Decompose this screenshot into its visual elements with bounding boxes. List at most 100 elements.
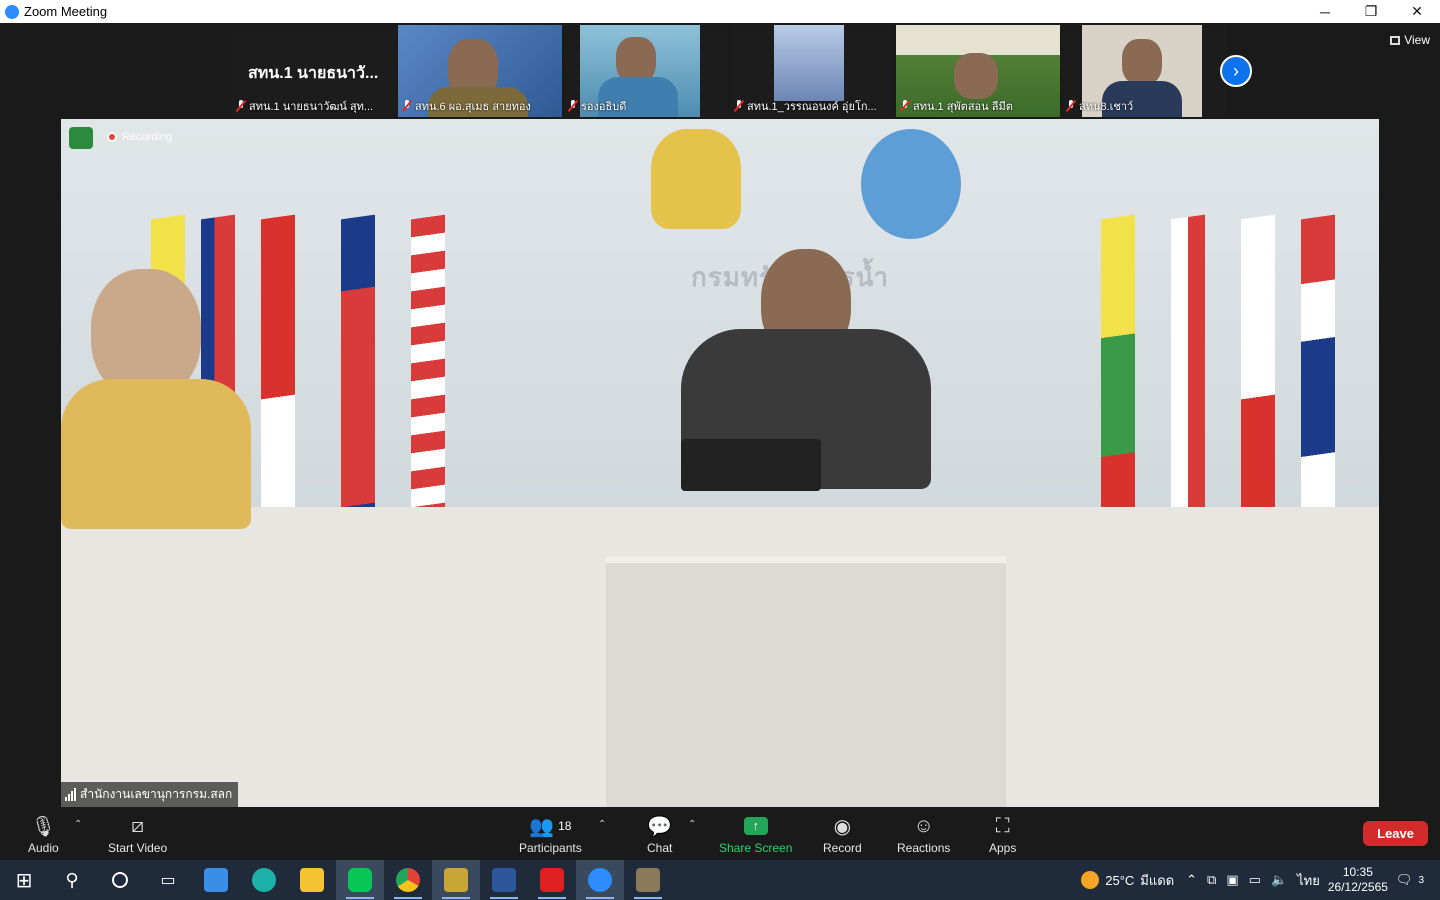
participants-icon: 👥 18 [529,815,572,838]
record-label: Record [823,841,862,855]
participant-tile[interactable]: สทน.6 ผอ.สุเมธ สายทอง [398,25,562,117]
muted-mic-icon [900,100,910,112]
muted-mic-icon [236,100,246,112]
audio-options-caret-icon[interactable]: ⌃ [74,819,82,830]
weather-icon[interactable] [1081,871,1100,889]
store-icon[interactable] [192,860,240,900]
participant-display-name: สทน.1 นายธนาวั... [248,65,379,82]
participant-name: สทน8.เชาว์ [1079,101,1134,113]
word-icon[interactable] [480,860,528,900]
active-speaker-video: กรมทรัพยากรน้ำ Recording สำนักงานเลขานุก… [61,119,1379,807]
participant-tile[interactable]: สทน.1_วรรณอนงค์ อุ่ยโก... [730,25,894,117]
reactions-label: Reactions [897,841,951,855]
participant-tile[interactable]: สทน.1 นายธนาวั... สทน.1 นายธนาวัฒน์ สุท.… [232,25,396,117]
line-icon[interactable] [336,860,384,900]
participants-button[interactable]: 👥 18 Participants [519,813,582,856]
muted-mic-icon [568,100,578,112]
weather-desc[interactable]: มีแดด [1140,870,1174,891]
microphone-icon: 🎙 [30,815,57,838]
apps-button[interactable]: ⛶ Apps [989,813,1017,856]
muted-mic-icon [1066,100,1076,112]
record-icon: ◉ [833,815,852,838]
task-view-icon[interactable]: ▭ [144,860,192,900]
weather-temp[interactable]: 25°C [1105,873,1134,888]
view-button[interactable]: View [1390,33,1430,47]
participant-name: รองอธิบดี [581,101,627,113]
network-icon[interactable]: ⧉ [1207,872,1216,888]
participant-name: สทน.1_วรรณอนงค์ อุ่ยโก... [747,101,877,113]
share-screen-button[interactable]: ↑ Share Screen [719,813,792,855]
meeting-stage: สทน.1 นายธนาวั... สทน.1 นายธนาวัฒน์ สุท.… [0,23,1440,807]
start-video-button[interactable]: ⧄ Start Video [108,813,168,856]
acrobat-icon[interactable] [528,860,576,900]
windows-taskbar: ⊞ ⚲ ▭ 25°C มีแดด ⌃ ⧉ ▣ ▭ 🔈 ไทย 10:35 26/1… [0,860,1440,900]
screen-icon[interactable]: ▣ [1226,872,1238,888]
reactions-button[interactable]: ☺ Reactions [897,813,951,856]
muted-mic-icon [402,100,412,112]
clock-date: 26/12/2565 [1327,880,1388,894]
chat-label: Chat [647,841,673,855]
cortana-icon[interactable] [96,860,144,900]
share-screen-label: Share Screen [719,841,793,855]
notification-icon[interactable]: 🗨 [1396,872,1413,888]
minimize-button[interactable]: ─ [1302,0,1348,23]
show-hidden-icons-icon[interactable]: ⌃ [1186,872,1197,888]
volume-icon[interactable]: 🔈 [1271,872,1287,888]
participant-name: สทน.1 นายธนาวัฒน์ สุท... [249,101,374,113]
file-explorer-icon[interactable] [288,860,336,900]
participants-label: Participants [519,841,582,855]
search-icon[interactable]: ⚲ [48,860,96,900]
recording-label: Recording [122,131,173,143]
next-page-button[interactable]: › [1220,55,1252,87]
media-icon[interactable] [432,860,480,900]
recording-indicator: Recording [107,131,172,143]
audio-label: Audio [28,841,59,855]
reactions-icon: ☺ [913,814,934,837]
gallery-strip: สทน.1 นายธนาวั... สทน.1 นายธนาวัฒน์ สุท.… [232,25,1228,117]
meeting-toolbar: 🎙 Audio ⌃ ⧄ Start Video 👥 18 Participants ⌃… [0,807,1440,860]
zoom-icon[interactable] [576,860,624,900]
apps-icon: ⛶ [995,814,1010,837]
participant-name: สทน.6 ผอ.สุเมธ สายทอง [415,101,531,113]
apps-label: Apps [989,841,1017,855]
share-screen-icon: ↑ [743,813,768,839]
speaker-name-label: สำนักงานเลขานุการกรม.สลก [61,782,239,807]
emblem-left-icon [651,129,741,229]
participant-tile[interactable]: สทน8.เชาว์ [1062,25,1226,117]
language-indicator[interactable]: ไทย [1297,870,1320,891]
close-button[interactable]: ✕ [1394,0,1440,23]
start-video-label: Start Video [108,841,168,855]
camera-icon[interactable] [624,860,672,900]
participant-tile[interactable]: รองอธิบดี [564,25,728,117]
chat-icon: 💬 [647,815,673,838]
attendee-body [61,379,251,529]
signal-bars-icon [65,788,76,801]
chrome-icon[interactable] [384,860,432,900]
security-shield-icon[interactable] [69,127,93,149]
window-title: Zoom Meeting [24,4,108,19]
title-bar: Zoom Meeting ─ ❐ ✕ [0,0,1440,23]
participant-tile[interactable]: สทน.1 สุพัตสอน ลีมีต [896,25,1060,117]
record-button[interactable]: ◉ Record [823,813,862,856]
chat-options-caret-icon[interactable]: ⌃ [688,819,696,830]
windows-start-icon[interactable]: ⊞ [0,860,48,900]
view-label: View [1404,33,1430,47]
audio-button[interactable]: 🎙 Audio [28,813,59,856]
recording-dot-icon [107,132,117,142]
video-off-icon: ⧄ [131,814,144,837]
battery-icon[interactable]: ▭ [1249,872,1261,888]
zoom-logo-icon [5,4,19,19]
chat-button[interactable]: 💬 Chat [647,813,673,856]
notification-count: 3 [1418,874,1424,886]
restore-button[interactable]: ❐ [1348,0,1394,23]
laptop [681,439,821,491]
participants-count: 18 [558,819,572,833]
edge-icon[interactable] [240,860,288,900]
clock[interactable]: 10:35 26/12/2565 [1328,865,1388,895]
participants-options-caret-icon[interactable]: ⌃ [598,819,606,830]
emblem-right-icon [861,129,961,239]
clock-time: 10:35 [1342,865,1373,879]
conference-table [61,507,1379,807]
leave-button[interactable]: Leave [1363,821,1428,846]
system-tray: 25°C มีแดด ⌃ ⧉ ▣ ▭ 🔈 ไทย 10:35 26/12/2565… [1081,860,1440,900]
